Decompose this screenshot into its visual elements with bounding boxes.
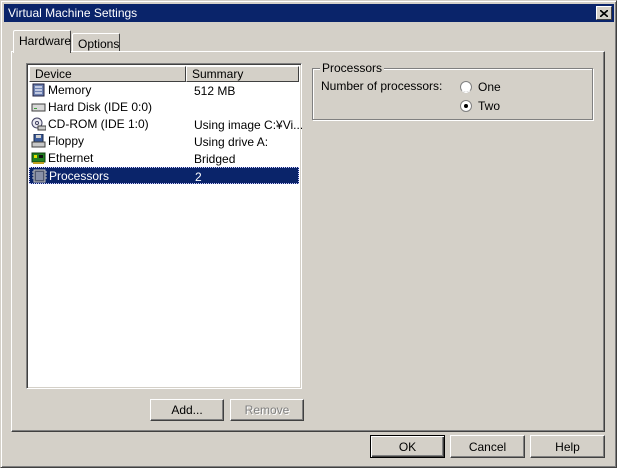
radio-unchecked-icon <box>460 81 472 93</box>
device-name: Memory <box>48 83 92 97</box>
memory-icon <box>32 83 45 97</box>
device-row-floppy[interactable]: Floppy Using drive A: <box>29 133 299 150</box>
hardware-tab-panel: Device Summary Memory 512 MB Hard Disk (… <box>11 51 605 432</box>
tab-options[interactable]: Options <box>72 33 120 53</box>
device-summary: Using image C:¥Vi... <box>194 118 302 132</box>
processor-icon <box>32 169 47 183</box>
remove-device-button-label: Remove <box>244 403 290 417</box>
device-row-processors[interactable]: Processors 2 <box>29 167 299 184</box>
tab-hardware-label: Hardware <box>19 34 72 48</box>
cancel-button[interactable]: Cancel <box>450 435 525 458</box>
help-button[interactable]: Help <box>530 435 605 458</box>
window-title: Virtual Machine Settings <box>8 6 138 20</box>
device-summary: Bridged <box>194 152 236 166</box>
remove-device-button[interactable]: Remove <box>230 399 304 421</box>
title-bar[interactable]: Virtual Machine Settings <box>4 4 614 22</box>
device-list[interactable]: Device Summary Memory 512 MB Hard Disk (… <box>26 63 302 389</box>
device-name: CD-ROM (IDE 1:0) <box>48 117 149 131</box>
close-icon <box>600 9 608 17</box>
device-name: Hard Disk (IDE 0:0) <box>48 100 153 114</box>
hard-disk-icon <box>31 103 46 112</box>
radio-one-label: One <box>478 80 501 94</box>
device-row-hard-disk[interactable]: Hard Disk (IDE 0:0) <box>29 99 299 116</box>
tab-hardware[interactable]: Hardware <box>13 30 71 53</box>
device-summary: 2 <box>195 170 202 184</box>
radio-checked-icon <box>460 100 472 112</box>
device-summary: Using drive A: <box>194 135 269 149</box>
add-device-button[interactable]: Add... <box>150 399 224 421</box>
tab-options-label: Options <box>78 37 120 51</box>
virtual-machine-settings-window: Virtual Machine Settings Hardware Option… <box>0 0 617 468</box>
device-list-header: Device Summary <box>29 66 299 82</box>
number-of-processors-label: Number of processors: <box>321 79 443 93</box>
device-name: Floppy <box>48 134 85 148</box>
device-summary: 512 MB <box>194 84 236 98</box>
help-button-label: Help <box>555 439 580 454</box>
radio-two-processors[interactable]: Two <box>460 99 500 113</box>
device-list-rows: Memory 512 MB Hard Disk (IDE 0:0) CD-ROM… <box>29 82 302 184</box>
device-row-cdrom[interactable]: CD-ROM (IDE 1:0) Using image C:¥Vi... <box>29 116 302 133</box>
radio-one-processor[interactable]: One <box>460 80 501 94</box>
column-header-device[interactable]: Device <box>29 66 186 82</box>
add-device-button-label: Add... <box>171 403 203 417</box>
cancel-button-label: Cancel <box>468 439 507 454</box>
device-row-ethernet[interactable]: Ethernet Bridged <box>29 150 299 167</box>
close-button[interactable] <box>596 6 612 20</box>
device-name: Ethernet <box>48 151 94 165</box>
ok-button[interactable]: OK <box>370 435 445 458</box>
ok-button-label: OK <box>398 439 417 454</box>
processors-group-title: Processors <box>320 61 385 75</box>
cdrom-icon <box>31 117 46 131</box>
column-header-summary[interactable]: Summary <box>186 66 299 82</box>
device-name: Processors <box>49 169 110 183</box>
processors-group: Processors Number of processors: One Two <box>312 61 593 120</box>
ethernet-icon <box>31 152 46 164</box>
radio-two-label: Two <box>478 99 501 113</box>
device-row-memory[interactable]: Memory 512 MB <box>29 82 299 99</box>
floppy-icon <box>31 134 46 148</box>
